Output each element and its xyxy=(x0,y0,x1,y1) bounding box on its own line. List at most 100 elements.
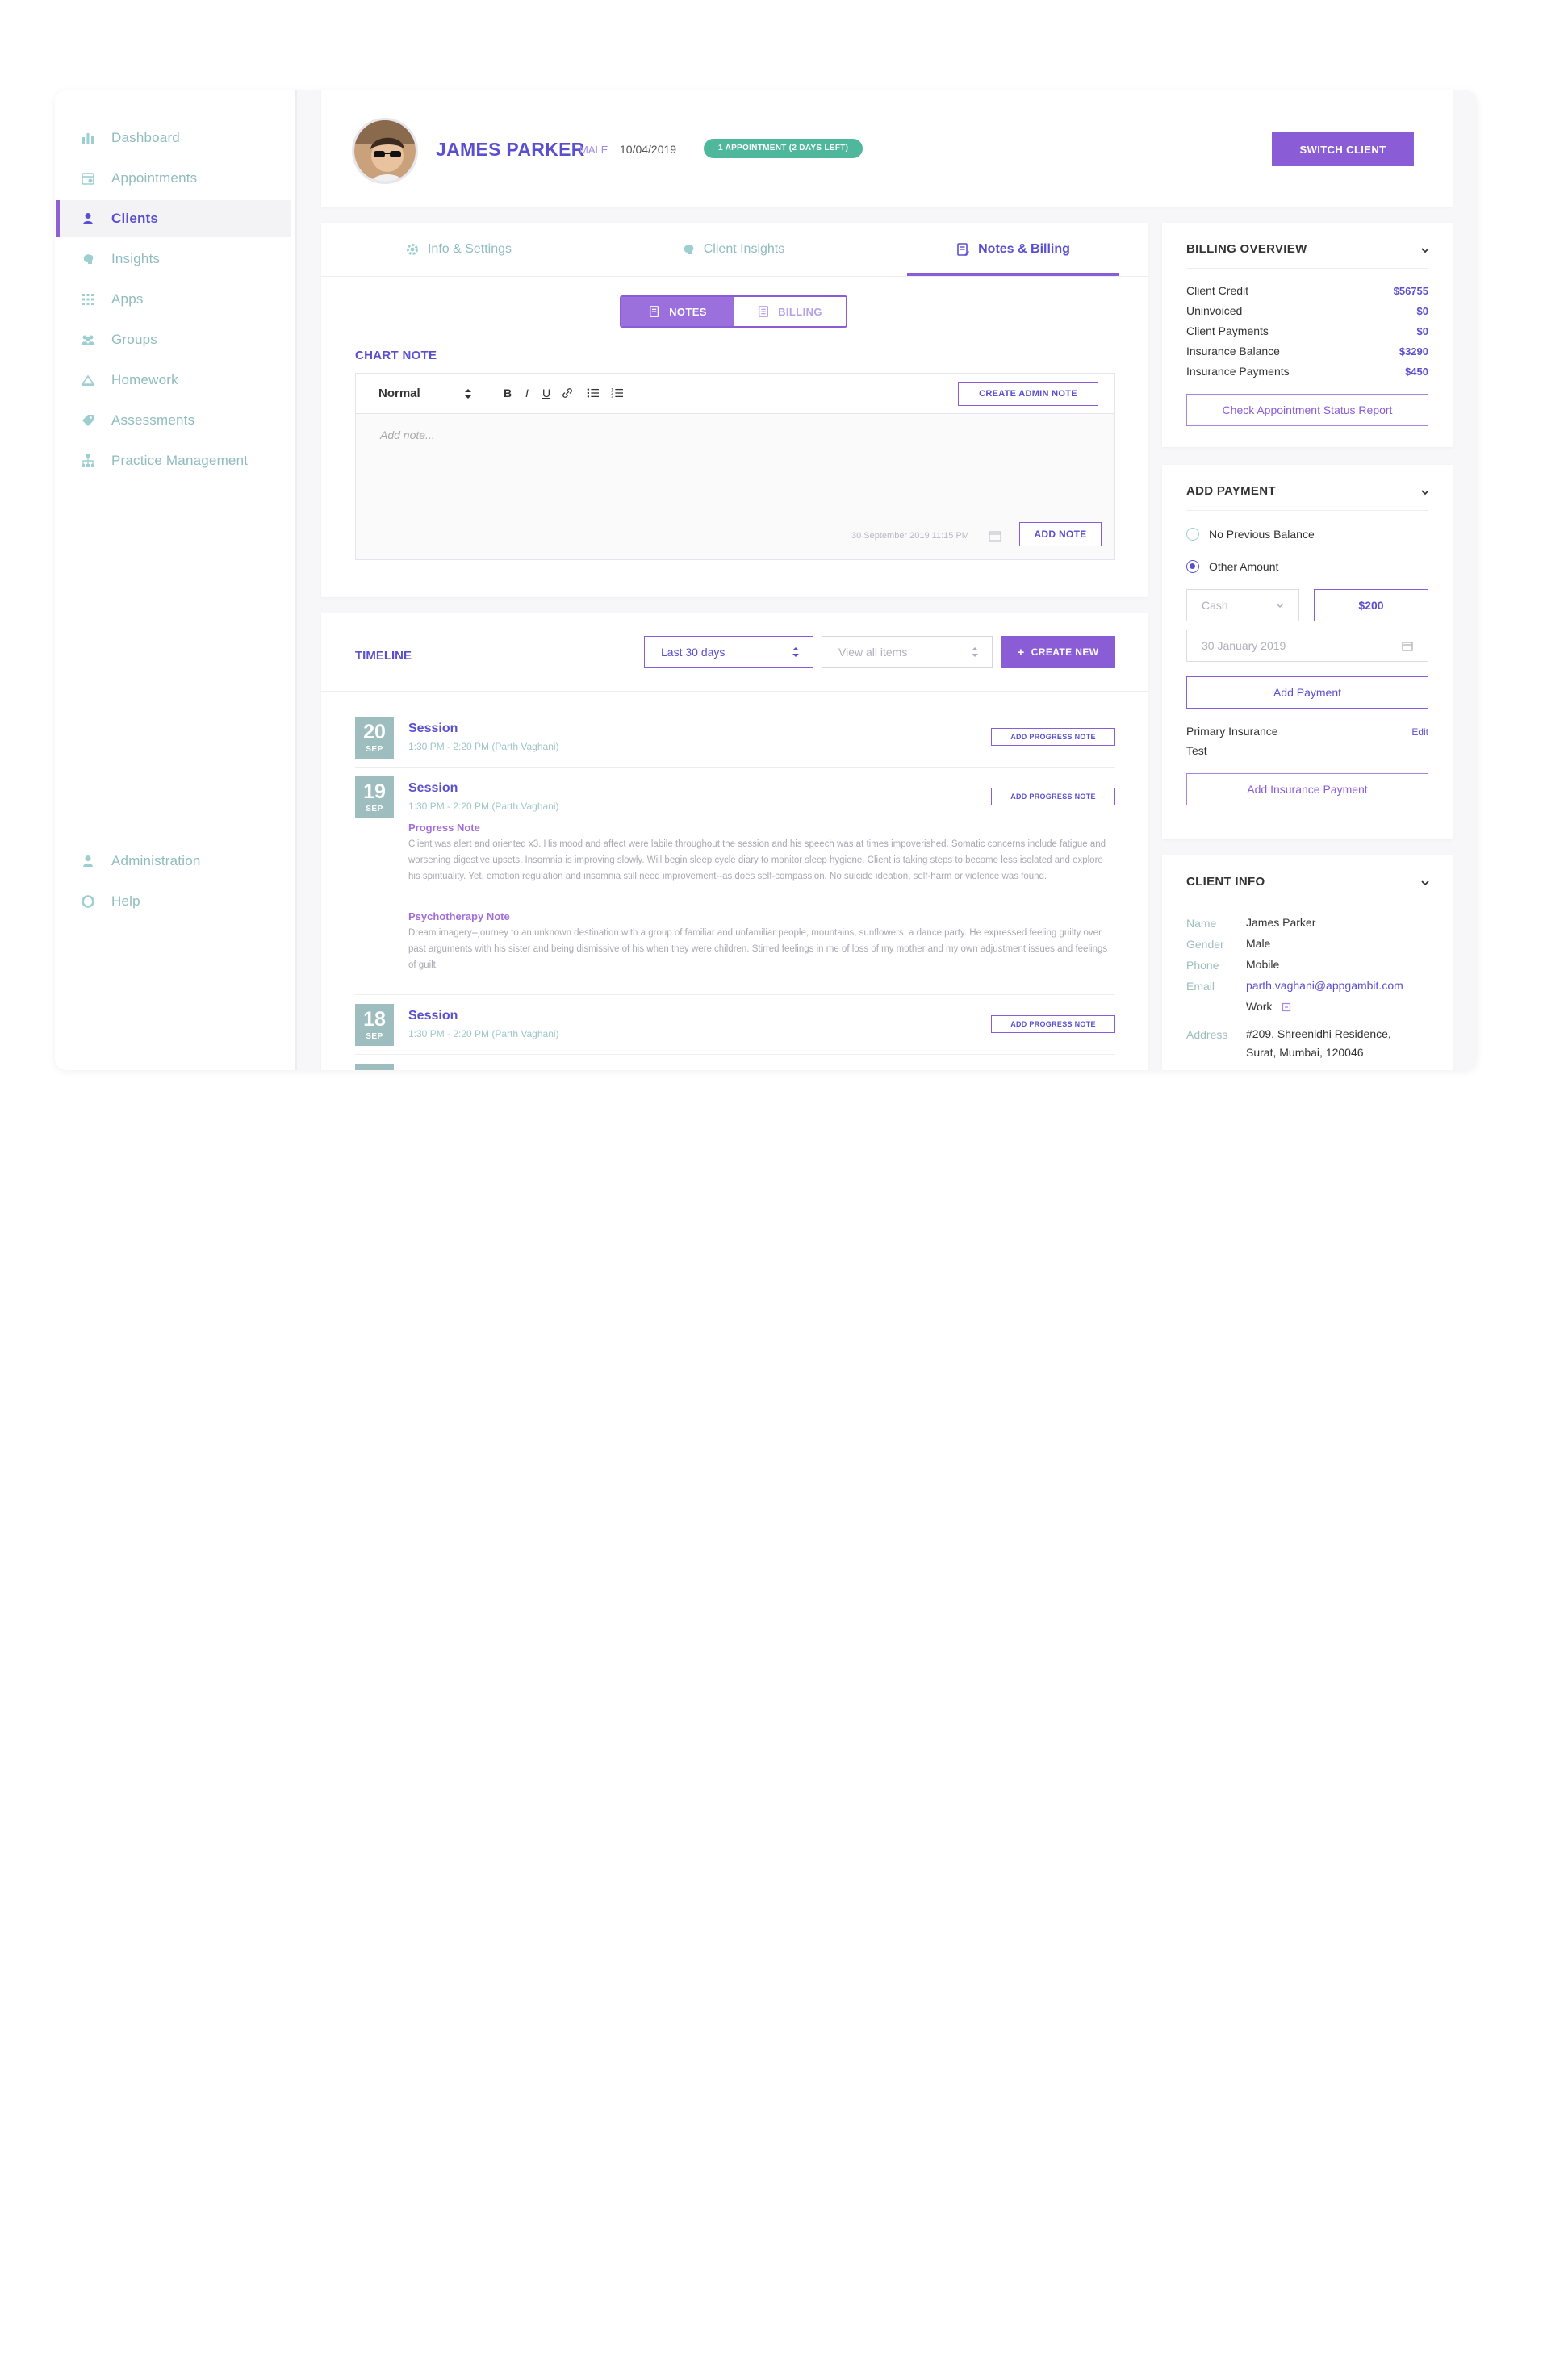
sidebar-item-label: Assessments xyxy=(111,412,195,428)
notes-toggle-button[interactable]: NOTES xyxy=(621,297,734,326)
client-dob: 10/04/2019 xyxy=(620,143,677,156)
date-range-select[interactable]: Last 30 days xyxy=(644,636,813,668)
numbered-list-icon[interactable]: 123 xyxy=(609,385,625,401)
gender-value: Male xyxy=(1246,937,1271,950)
item-filter-select[interactable]: View all items xyxy=(822,636,993,668)
divider xyxy=(355,767,1115,768)
date-month: SEP xyxy=(366,805,383,814)
entry-time: 1:30 PM - 2:20 PM (Parth Vaghani) xyxy=(408,801,559,812)
calendar-icon xyxy=(81,171,95,186)
no-previous-balance-radio[interactable]: No Previous Balance xyxy=(1186,528,1315,541)
create-admin-note-button[interactable]: CREATE ADMIN NOTE xyxy=(958,382,1098,406)
sidebar-item-appointments[interactable]: Appointments xyxy=(56,160,291,197)
bullet-list-icon[interactable] xyxy=(585,385,601,401)
sidebar-item-apps[interactable]: Apps xyxy=(56,281,291,318)
underline-button[interactable]: U xyxy=(538,385,554,401)
notes-toggle-label: NOTES xyxy=(669,305,707,318)
sidebar-item-practice-management[interactable]: Practice Management xyxy=(56,442,291,479)
progress-note-label: Progress Note xyxy=(408,822,480,834)
chevron-down-icon[interactable] xyxy=(1420,487,1430,497)
entry-title[interactable]: Session xyxy=(408,722,458,736)
progress-note-text: Client was alert and oriented x3. His mo… xyxy=(408,839,1106,881)
notes-icon xyxy=(955,242,970,257)
sort-caret-icon xyxy=(792,647,799,657)
add-insurance-payment-button[interactable]: Add Insurance Payment xyxy=(1186,773,1428,805)
add-note-button[interactable]: ADD NOTE xyxy=(1019,522,1102,546)
switch-client-button[interactable]: SWITCH CLIENT xyxy=(1272,132,1414,166)
divider xyxy=(321,691,1148,692)
entry-title[interactable]: Session xyxy=(408,781,458,796)
check-status-report-button[interactable]: Check Appointment Status Report xyxy=(1186,394,1428,426)
entry-title[interactable]: Session xyxy=(408,1009,458,1023)
sidebar-item-insights[interactable]: Insights xyxy=(56,241,291,278)
tab-notes-billing[interactable]: Notes & Billing xyxy=(907,223,1119,276)
notes-icon xyxy=(648,305,661,318)
invoice-icon xyxy=(757,305,770,318)
timeline-panel: TIMELINE Last 30 days View all items + C… xyxy=(321,613,1148,1070)
date-month: SEP xyxy=(366,1032,383,1041)
sidebar-item-dashboard[interactable]: Dashboard xyxy=(56,119,291,157)
sidebar-item-assessments[interactable]: Assessments xyxy=(56,402,291,439)
sidebar-item-groups[interactable]: Groups xyxy=(56,321,291,358)
client-info-panel: CLIENT INFO Name James Parker Gender Mal… xyxy=(1162,855,1453,1070)
sidebar-item-homework[interactable]: Homework xyxy=(56,362,291,399)
tab-client-insights[interactable]: Client Insights xyxy=(596,223,870,276)
link-icon[interactable] xyxy=(559,385,575,401)
address-line-2: Surat, Mumbai, 120046 xyxy=(1246,1046,1364,1059)
note-input[interactable]: Add note... xyxy=(380,429,435,441)
entry-time: 1:30 PM - 2:20 PM (Parth Vaghani) xyxy=(408,741,559,752)
address-line-1: #209, Shreenidhi Residence, xyxy=(1246,1027,1391,1040)
amount-input[interactable]: $200 xyxy=(1314,589,1428,621)
svg-text:3: 3 xyxy=(611,395,613,399)
billing-row-value: $0 xyxy=(1416,325,1428,337)
radio-circle xyxy=(1186,560,1199,573)
calendar-icon xyxy=(1402,642,1413,651)
sidebar-item-label: Dashboard xyxy=(111,130,180,145)
tab-label: Notes & Billing xyxy=(978,242,1070,256)
add-payment-button[interactable]: Add Payment xyxy=(1186,676,1428,709)
sidebar-item-clients[interactable]: Clients xyxy=(56,200,291,237)
notes-billing-toggle: NOTES BILLING xyxy=(620,295,847,328)
billing-overview-panel: BILLING OVERVIEW Client Credit $56755 Un… xyxy=(1162,223,1453,447)
psychotherapy-note-text: Dream imagery--journey to an unknown des… xyxy=(408,928,1108,970)
date-month: SEP xyxy=(366,745,383,754)
add-progress-note-button[interactable]: ADD PROGRESS NOTE xyxy=(991,788,1115,805)
bold-button[interactable]: B xyxy=(500,385,516,401)
sidebar-item-administration[interactable]: Administration xyxy=(56,843,291,880)
chevron-down-icon[interactable] xyxy=(1420,878,1430,888)
payment-date-input[interactable]: 30 January 2019 xyxy=(1186,630,1428,662)
email-link[interactable]: parth.vaghani@appgambit.com xyxy=(1246,977,1403,995)
email-type-label: Work xyxy=(1246,1000,1273,1013)
address-label: Address xyxy=(1186,1028,1228,1041)
billing-toggle-button[interactable]: BILLING xyxy=(734,297,846,326)
sidebar-item-label: Groups xyxy=(111,332,157,347)
tab-info-settings[interactable]: Info & Settings xyxy=(321,223,596,276)
avatar[interactable] xyxy=(352,118,418,184)
calendar-icon[interactable] xyxy=(989,530,1001,542)
create-new-button[interactable]: + CREATE NEW xyxy=(1001,636,1115,668)
add-progress-note-button[interactable]: ADD PROGRESS NOTE xyxy=(991,1015,1115,1033)
sort-caret-icon xyxy=(972,647,978,657)
app-window: Dashboard Appointments Clients Insights … xyxy=(55,90,1477,1070)
edit-icon[interactable] xyxy=(1282,1002,1291,1012)
format-select[interactable]: Normal xyxy=(378,387,420,400)
grid-icon xyxy=(81,292,95,307)
client-info-title: CLIENT INFO xyxy=(1186,875,1265,889)
divider xyxy=(355,994,1115,995)
appointment-badge: 1 APPOINTMENT (2 DAYS LEFT) xyxy=(704,139,863,158)
italic-button[interactable]: I xyxy=(519,385,535,401)
chevron-down-icon[interactable] xyxy=(1420,245,1430,255)
name-value: James Parker xyxy=(1246,916,1316,929)
chevron-down-icon xyxy=(1276,603,1284,609)
other-amount-radio[interactable]: Other Amount xyxy=(1186,560,1278,573)
edit-insurance-link[interactable]: Edit xyxy=(1411,726,1428,738)
client-gender: MALE xyxy=(579,144,608,156)
sidebar-item-label: Practice Management xyxy=(111,453,249,468)
add-progress-note-button[interactable]: ADD PROGRESS NOTE xyxy=(991,728,1115,746)
payment-method-select[interactable]: Cash xyxy=(1186,589,1299,621)
user-icon xyxy=(81,211,95,226)
sidebar-item-label: Insights xyxy=(111,251,161,266)
sidebar-item-label: Homework xyxy=(111,372,178,387)
sidebar-item-help[interactable]: Help xyxy=(56,883,291,920)
amount-value: $200 xyxy=(1358,599,1384,612)
